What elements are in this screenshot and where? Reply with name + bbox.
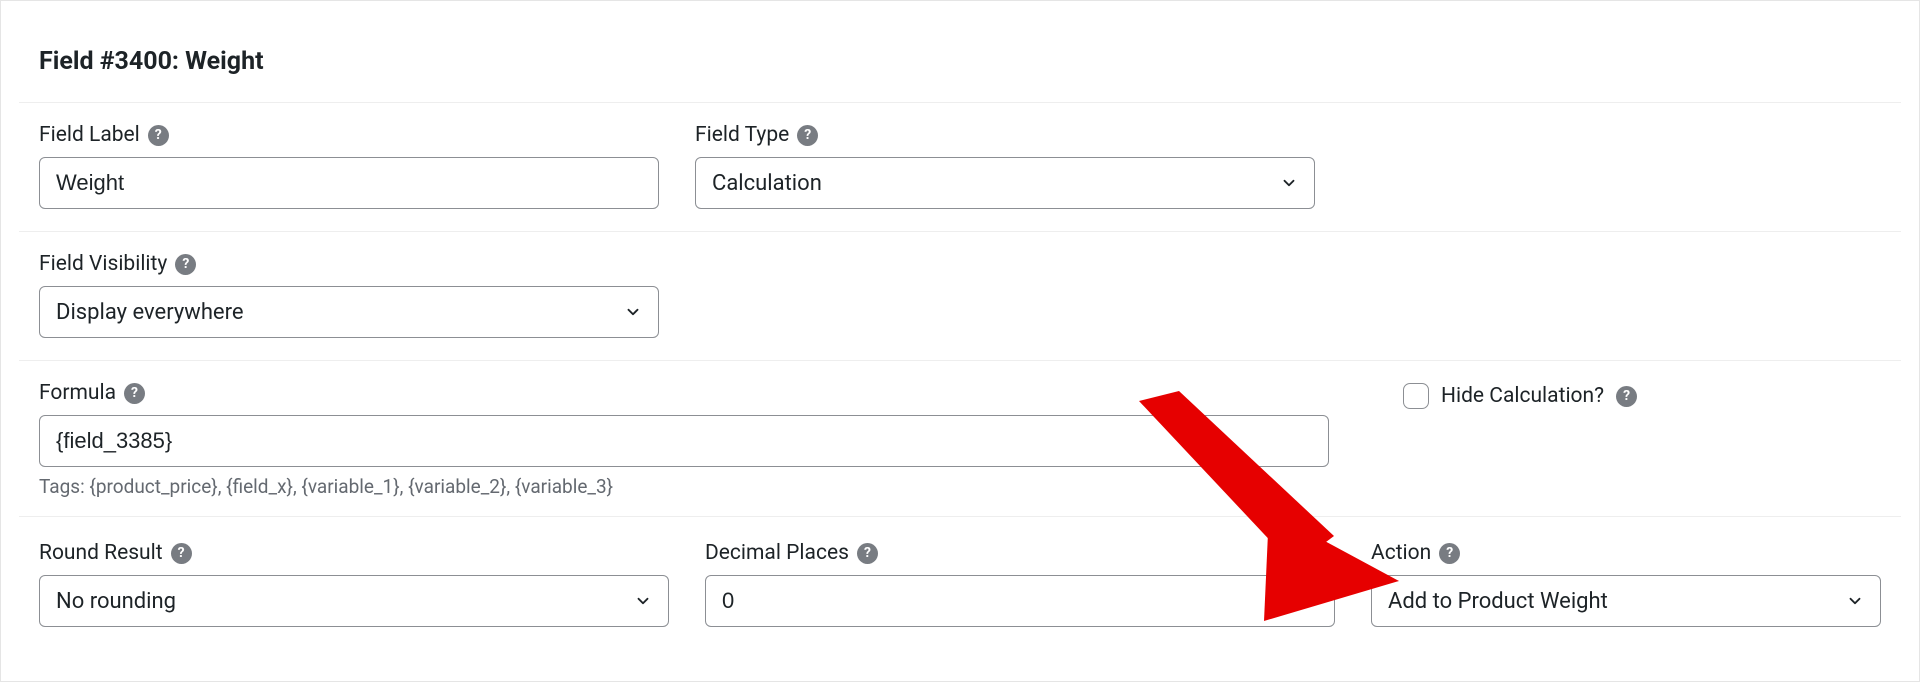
row-visibility: Field Visibility ? Display everywhere — [19, 232, 1901, 338]
hide-calculation-checkbox[interactable] — [1403, 383, 1429, 409]
label-field-label: Field Label ? — [39, 123, 659, 147]
group-field-label: Field Label ? — [39, 123, 659, 209]
label-formula: Formula ? — [39, 381, 1329, 405]
label-decimal-places: Decimal Places ? — [705, 541, 1335, 565]
label-action: Action ? — [1371, 541, 1881, 565]
help-icon[interactable]: ? — [1439, 543, 1460, 564]
help-icon[interactable]: ? — [857, 543, 878, 564]
field-visibility-select[interactable]: Display everywhere — [39, 286, 659, 338]
chevron-down-icon — [1280, 174, 1298, 192]
group-decimal-places: Decimal Places ? — [705, 541, 1335, 627]
label-text: Round Result — [39, 541, 163, 565]
help-icon[interactable]: ? — [148, 125, 169, 146]
select-value: Calculation — [712, 171, 822, 196]
row-formula: Formula ? Tags: {product_price}, {field_… — [19, 361, 1901, 516]
row-label-type: Field Label ? Field Type ? Calculation — [19, 103, 1901, 209]
decimal-places-input[interactable] — [705, 575, 1335, 627]
help-icon[interactable]: ? — [175, 254, 196, 275]
label-text: Field Label — [39, 123, 140, 147]
group-field-type: Field Type ? Calculation — [695, 123, 1315, 209]
label-text: Field Visibility — [39, 252, 167, 276]
label-text: Action — [1371, 541, 1431, 565]
label-field-visibility: Field Visibility ? — [39, 252, 659, 276]
help-icon[interactable]: ? — [124, 383, 145, 404]
group-field-visibility: Field Visibility ? Display everywhere — [39, 252, 659, 338]
round-result-select[interactable]: No rounding — [39, 575, 669, 627]
chevron-down-icon — [1846, 592, 1864, 610]
label-text: Formula — [39, 381, 116, 405]
group-formula: Formula ? Tags: {product_price}, {field_… — [39, 381, 1329, 516]
group-round-result: Round Result ? No rounding — [39, 541, 669, 627]
label-field-type: Field Type ? — [695, 123, 1315, 147]
help-icon[interactable]: ? — [1616, 386, 1637, 407]
row-round-decimal-action: Round Result ? No rounding Decimal Place… — [19, 517, 1901, 627]
chevron-down-icon — [634, 592, 652, 610]
label-text: Decimal Places — [705, 541, 849, 565]
chevron-down-icon — [624, 303, 642, 321]
label-text: Field Type — [695, 123, 789, 147]
select-value: Display everywhere — [56, 300, 244, 325]
select-value: No rounding — [56, 589, 176, 614]
action-select[interactable]: Add to Product Weight — [1371, 575, 1881, 627]
group-action: Action ? Add to Product Weight — [1371, 541, 1881, 627]
label-round-result: Round Result ? — [39, 541, 669, 565]
hide-calculation-label: Hide Calculation? — [1441, 384, 1604, 408]
field-label-input[interactable] — [39, 157, 659, 209]
select-value: Add to Product Weight — [1388, 589, 1608, 614]
group-hide-calculation: Hide Calculation? ? — [1365, 381, 1881, 409]
hide-calculation-row: Hide Calculation? ? — [1403, 383, 1637, 409]
field-type-select[interactable]: Calculation — [695, 157, 1315, 209]
formula-input[interactable] — [39, 415, 1329, 467]
panel-title: Field #3400: Weight — [19, 13, 1901, 102]
field-settings-panel: Field #3400: Weight Field Label ? Field … — [0, 0, 1920, 682]
help-icon[interactable]: ? — [171, 543, 192, 564]
formula-tags-helper: Tags: {product_price}, {field_x}, {varia… — [39, 467, 1329, 516]
help-icon[interactable]: ? — [797, 125, 818, 146]
